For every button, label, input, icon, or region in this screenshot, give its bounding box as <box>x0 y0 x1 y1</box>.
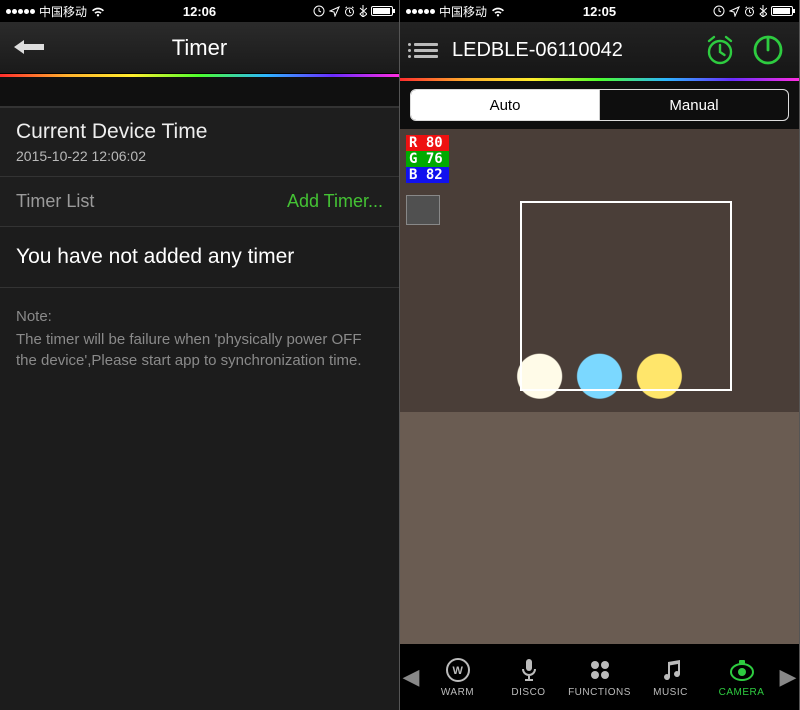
tab-label: WARM <box>441 687 474 698</box>
r-label: R <box>409 135 417 151</box>
segmented-wrap: Auto Manual <box>400 81 799 129</box>
b-value: 82 <box>426 167 443 183</box>
bluetooth-icon <box>759 5 767 17</box>
tab-music[interactable]: MUSIC <box>635 656 706 698</box>
device-time-value: 2015-10-22 12:06:02 <box>16 148 383 164</box>
carrier-label: 中国移动 <box>39 3 87 20</box>
add-timer-button[interactable]: Add Timer... <box>287 191 383 212</box>
g-value: 76 <box>426 151 443 167</box>
top-bar: LEDBLE-06110042 <box>400 22 799 78</box>
page-title: Timer <box>172 35 227 61</box>
device-time-section: Current Device Time 2015-10-22 12:06:02 <box>0 107 399 177</box>
battery-icon <box>371 6 393 16</box>
note-body: The timer will be failure when 'physical… <box>16 329 383 371</box>
wifi-icon <box>91 6 105 17</box>
alarm-statusbar-icon <box>344 6 355 17</box>
focus-box[interactable] <box>520 201 732 391</box>
timer-list-row: Timer List Add Timer... <box>0 177 399 227</box>
tab-camera[interactable]: CAMERA <box>706 656 777 698</box>
tab-label: FUNCTIONS <box>568 687 631 698</box>
tab-label: CAMERA <box>719 687 765 698</box>
r-value: 80 <box>426 135 443 151</box>
tab-manual[interactable]: Manual <box>600 90 788 120</box>
spacer <box>0 77 399 107</box>
empty-timer-message: You have not added any timer <box>0 227 399 288</box>
device-list-button[interactable] <box>414 43 438 58</box>
device-time-label: Current Device Time <box>16 120 383 144</box>
functions-icon <box>586 656 614 684</box>
note-section: Note: The timer will be failure when 'ph… <box>0 288 399 710</box>
nav-bar: Timer <box>0 22 399 74</box>
segmented-control: Auto Manual <box>410 89 789 121</box>
carrier-label: 中国移动 <box>439 3 487 20</box>
rgb-readout: R 80 G 76 B 82 <box>406 135 449 183</box>
wifi-icon <box>491 6 505 17</box>
b-label: B <box>409 167 417 183</box>
status-bar: 中国移动 12:05 <box>400 0 799 22</box>
microphone-icon <box>515 656 543 684</box>
warm-icon: W <box>444 656 472 684</box>
tab-label: DISCO <box>511 687 545 698</box>
location-icon <box>329 6 340 17</box>
tab-functions[interactable]: FUNCTIONS <box>564 656 635 698</box>
note-title: Note: <box>16 306 383 327</box>
device-name-label[interactable]: LEDBLE-06110042 <box>452 39 689 62</box>
rotation-lock-icon <box>313 5 325 17</box>
tab-bar: ◀ W WARM DISCO FUNCTIONS MUSIC <box>400 644 799 710</box>
battery-icon <box>771 6 793 16</box>
g-label: G <box>409 151 417 167</box>
alarm-statusbar-icon <box>744 6 755 17</box>
tab-auto[interactable]: Auto <box>411 90 600 120</box>
phone-timer: 中国移动 12:06 Timer <box>0 0 400 710</box>
signal-dots-icon <box>6 9 35 14</box>
color-swatch <box>406 195 440 225</box>
signal-dots-icon <box>406 9 435 14</box>
alarm-icon[interactable] <box>703 33 737 67</box>
status-bar: 中国移动 12:06 <box>0 0 399 22</box>
tab-disco[interactable]: DISCO <box>493 656 564 698</box>
rotation-lock-icon <box>713 5 725 17</box>
location-icon <box>729 6 740 17</box>
power-button[interactable] <box>751 33 785 67</box>
camera-icon <box>728 656 756 684</box>
camera-viewfinder[interactable]: R 80 G 76 B 82 <box>400 129 799 644</box>
tab-warm[interactable]: W WARM <box>422 656 493 698</box>
back-button[interactable] <box>14 35 44 61</box>
tab-scroll-left[interactable]: ◀ <box>400 664 422 690</box>
phone-camera: 中国移动 12:05 LEDBLE-06110042 <box>400 0 800 710</box>
timer-list-label: Timer List <box>16 191 94 212</box>
music-icon <box>657 656 685 684</box>
svg-text:W: W <box>452 665 463 677</box>
bluetooth-icon <box>359 5 367 17</box>
tab-scroll-right[interactable]: ▶ <box>777 664 799 690</box>
tab-label: MUSIC <box>653 687 688 698</box>
